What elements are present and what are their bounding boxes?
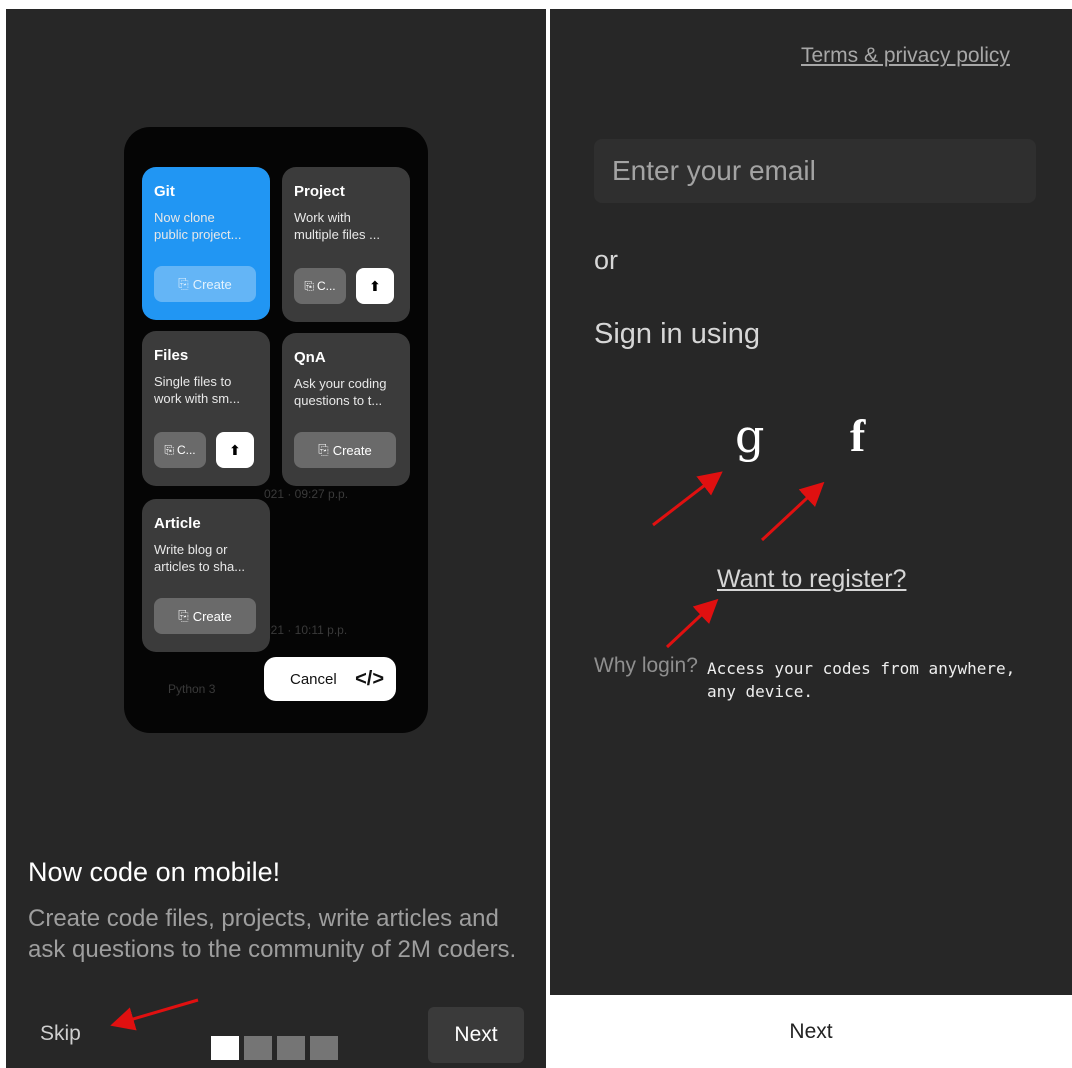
skip-arrow bbox=[110, 998, 199, 1031]
register-arrow bbox=[665, 598, 719, 649]
facebook-arrow bbox=[760, 481, 825, 542]
google-arrow bbox=[652, 471, 723, 527]
annotation-arrows bbox=[110, 471, 825, 1031]
